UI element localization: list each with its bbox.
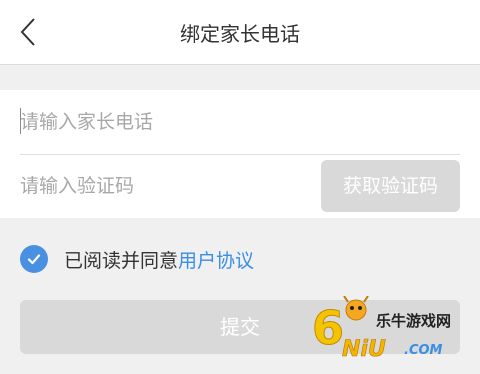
svg-text:.COM: .COM [404,343,443,358]
bind-phone-form: 获取验证码 [0,90,480,218]
agreement-row: 已阅读并同意 用户协议 [20,245,254,273]
text-cursor [20,108,21,134]
get-code-button[interactable]: 获取验证码 [321,160,460,212]
agreement-text: 已阅读并同意 [64,249,179,272]
user-agreement-link[interactable]: 用户协议 [178,246,254,273]
verification-code-input[interactable] [20,154,300,218]
svg-text:NiU: NiU [342,337,386,362]
phone-input[interactable] [20,90,460,154]
agreement-checkbox[interactable] [20,245,48,273]
checkmark-icon [27,254,41,265]
phone-row [20,90,460,155]
watermark-logo: 6 NiU .COM 乐牛游戏网 [312,295,472,362]
page-title: 绑定家长电话 [180,22,300,46]
watermark-text: 乐牛游戏网 [376,312,452,330]
svg-text:6: 6 [312,301,344,355]
code-row: 获取验证码 [20,154,460,218]
nav-bar: 绑定家长电话 [0,0,480,65]
